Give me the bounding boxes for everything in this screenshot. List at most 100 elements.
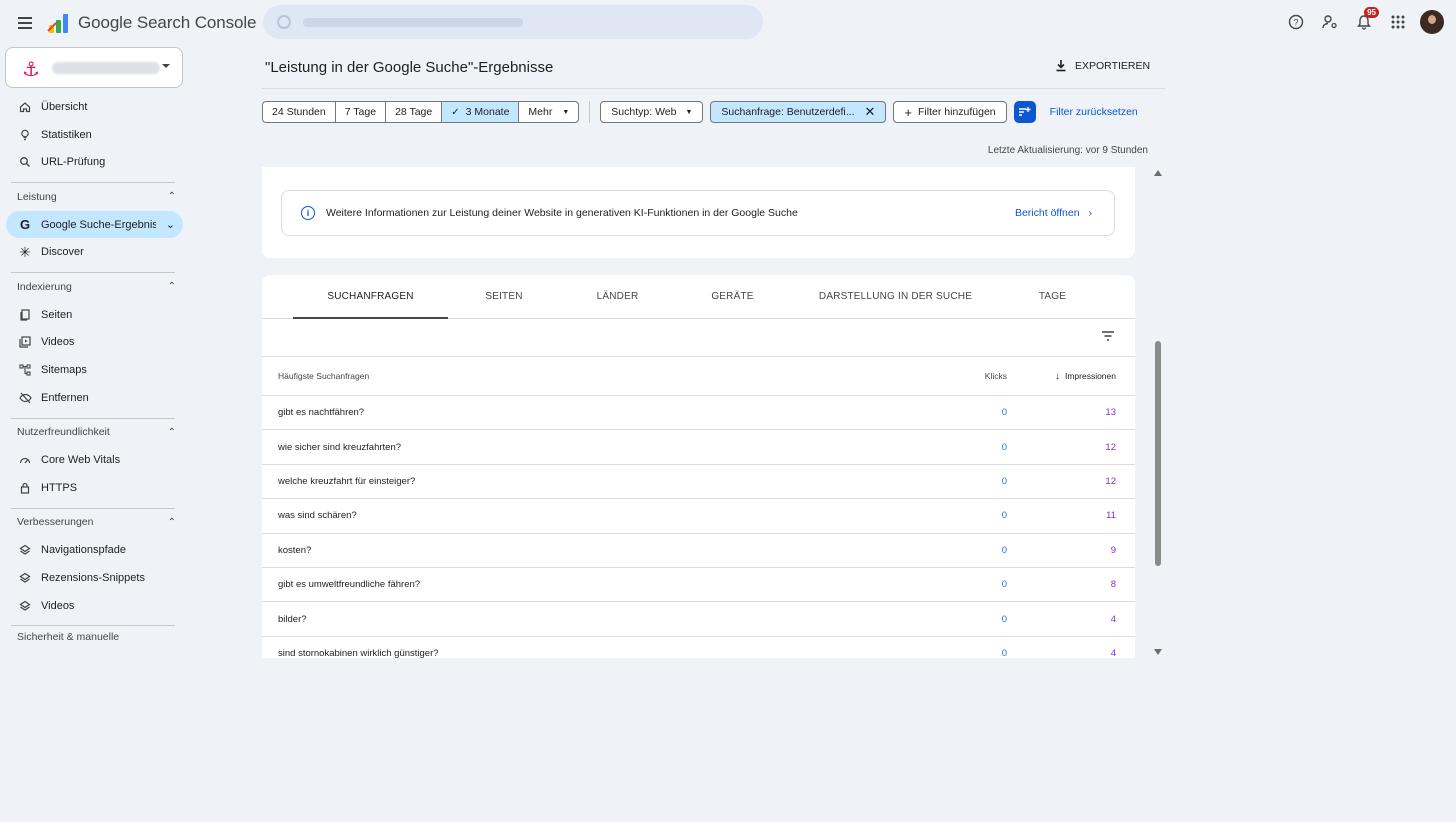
chevron-up-icon: ⌃ [167, 516, 176, 528]
asterisk-icon: ✳ [19, 243, 31, 260]
query-cell: kosten? [278, 544, 312, 556]
table-row[interactable]: kosten? 0 9 [262, 534, 1135, 568]
sidebar-item-video-enhancements[interactable]: Videos [0, 592, 190, 620]
google-g-icon: G [19, 217, 31, 233]
sidebar-item-core-web-vitals[interactable]: Core Web Vitals [0, 446, 190, 474]
table-row[interactable]: gibt es nachtfähren? 0 13 [262, 396, 1135, 431]
sidebar-item-discover[interactable]: ✳ Discover [0, 238, 190, 266]
scrollbar[interactable] [1152, 167, 1164, 658]
clicks-cell: 0 [1001, 475, 1007, 487]
sidebar-item-sitemaps[interactable]: Sitemaps [0, 356, 190, 384]
query-cell: wie sicher sind kreuzfahrten? [278, 441, 402, 453]
date-range-selector: 24 Stunden 7 Tage 28 Tage ✓ 3 Monate Meh… [262, 101, 580, 123]
open-report-link[interactable]: Bericht öffnen › [1015, 207, 1092, 219]
apps-grid-icon[interactable] [1386, 10, 1410, 34]
column-header-clicks[interactable]: Klicks [927, 371, 1007, 381]
tab-dates[interactable]: TAGE [1001, 275, 1104, 318]
search-input[interactable] [263, 5, 763, 39]
sidebar-item-videos[interactable]: Videos [0, 329, 190, 357]
reset-filters-link[interactable]: Filter zurücksetzen [1050, 106, 1138, 118]
add-filter-button[interactable]: + Filter hinzufügen [893, 101, 1007, 123]
user-settings-icon[interactable] [1318, 10, 1342, 34]
section-indexing[interactable]: Indexierung ⌃ [0, 273, 190, 301]
sidebar-item-url-inspection[interactable]: URL-Prüfung [0, 148, 190, 176]
lightbulb-icon [18, 128, 32, 142]
table-row[interactable]: gibt es umweltfreundliche fähren? 0 8 [262, 568, 1135, 603]
impressions-cell: 9 [1110, 544, 1116, 556]
filter-bar: 24 Stunden 7 Tage 28 Tage ✓ 3 Monate Meh… [262, 101, 1138, 123]
tab-countries[interactable]: LÄNDER [560, 275, 675, 318]
chevron-down-icon: ⌄ [165, 219, 175, 232]
tab-search-appearance[interactable]: DARSTELLUNG IN DER SUCHE [790, 275, 1001, 318]
sidebar-item-review-snippets[interactable]: Rezensions-Snippets [0, 564, 190, 592]
date-range-3m[interactable]: ✓ 3 Monate [442, 102, 520, 122]
date-range-7d[interactable]: 7 Tage [336, 102, 387, 122]
date-range-label: 3 Monate [465, 106, 510, 118]
clicks-cell: 0 [1001, 579, 1007, 591]
scrollbar-thumb[interactable] [1155, 341, 1161, 566]
sidebar-item-pages[interactable]: Seiten [0, 301, 190, 329]
search-icon [277, 15, 291, 29]
chevron-up-icon: ⌃ [167, 281, 176, 293]
date-range-more[interactable]: Mehr ▼ [519, 102, 578, 122]
sidebar-item-overview[interactable]: Übersicht [0, 93, 190, 121]
table-row[interactable]: bilder? 0 4 [262, 602, 1135, 637]
impressions-cell: 12 [1105, 441, 1116, 453]
sidebar-item-label: Google Suche-Ergebnisse [41, 218, 156, 231]
sidebar-item-statistics[interactable]: Statistiken [0, 121, 190, 149]
impressions-cell: 13 [1105, 407, 1116, 419]
section-performance[interactable]: Leistung ⌃ [0, 183, 190, 211]
divider [589, 101, 591, 123]
search-type-filter[interactable]: Suchtyp: Web ▼ [600, 101, 704, 123]
date-range-24h[interactable]: 24 Stunden [263, 102, 336, 122]
table-row[interactable]: wie sicher sind kreuzfahrten? 0 12 [262, 430, 1135, 465]
clicks-cell: 0 [1001, 441, 1007, 453]
tab-bar: SUCHANFRAGEN SEITEN LÄNDER GERÄTE DARSTE… [262, 275, 1135, 319]
date-range-28d[interactable]: 28 Tage [386, 102, 443, 122]
chevron-right-icon: › [1088, 207, 1093, 219]
avatar[interactable] [1420, 10, 1444, 34]
section-usability[interactable]: Nutzerfreundlichkeit ⌃ [0, 419, 190, 447]
sidebar-item-google-search-results[interactable]: G Google Suche-Ergebnisse ⌄ [6, 210, 183, 239]
impressions-cell: 11 [1106, 510, 1116, 522]
main-menu-icon[interactable] [14, 12, 36, 34]
section-security[interactable]: Sicherheit & manuelle [0, 626, 190, 648]
column-header-impressions[interactable]: ↓ Impressionen [1007, 371, 1135, 382]
sidebar-item-https[interactable]: HTTPS [0, 474, 190, 502]
scroll-up-arrow-icon[interactable] [1154, 170, 1162, 176]
impressions-cell: 8 [1110, 579, 1116, 591]
svg-text:?: ? [1293, 18, 1298, 28]
scroll-down-arrow-icon[interactable] [1154, 649, 1162, 655]
query-filter-chip[interactable]: Suchanfrage: Benutzerdefi... ✕ [710, 101, 887, 123]
caret-down-icon: ▼ [562, 108, 570, 116]
notifications-icon[interactable]: 95 [1352, 7, 1379, 34]
filter-options-icon[interactable] [1013, 101, 1036, 123]
query-cell: gibt es umweltfreundliche fähren? [278, 579, 421, 591]
tab-devices[interactable]: GERÄTE [675, 275, 790, 318]
sidebar-item-label: Navigationspfade [41, 544, 127, 557]
property-selector[interactable]: ⚓ [5, 47, 183, 88]
export-button[interactable]: EXPORTIEREN [1055, 59, 1150, 72]
table-row[interactable]: sind stornokabinen wirklich günstiger? 0… [262, 637, 1135, 658]
check-icon: ✓ [451, 106, 460, 118]
sidebar-item-label: Übersicht [41, 100, 88, 113]
close-icon[interactable]: ✕ [865, 104, 876, 120]
sidebar-item-label: URL-Prüfung [41, 156, 106, 169]
sidebar-item-label: HTTPS [41, 481, 78, 494]
sidebar-item-removals[interactable]: Entfernen [0, 384, 190, 412]
layers-icon [18, 543, 32, 557]
table-row[interactable]: welche kreuzfahrt für einsteiger? 0 12 [262, 465, 1135, 500]
sidebar-item-breadcrumbs[interactable]: Navigationspfade [0, 536, 190, 564]
filter-rows-icon[interactable] [1101, 330, 1115, 342]
impressions-label: Impressionen [1064, 370, 1116, 381]
tab-queries[interactable]: SUCHANFRAGEN [293, 275, 448, 319]
notification-badge: 95 [1364, 7, 1379, 18]
section-enhancements[interactable]: Verbesserungen ⌃ [0, 509, 190, 537]
page-title: "Leistung in der Google Suche"-Ergebniss… [265, 59, 554, 76]
table-row[interactable]: was sind schären? 0 11 [262, 499, 1135, 534]
query-cell: gibt es nachtfähren? [278, 407, 365, 419]
tab-pages[interactable]: SEITEN [448, 275, 560, 318]
help-icon[interactable]: ? [1284, 10, 1308, 34]
clicks-cell: 0 [1001, 613, 1007, 625]
section-title: Nutzerfreundlichkeit [17, 426, 110, 439]
